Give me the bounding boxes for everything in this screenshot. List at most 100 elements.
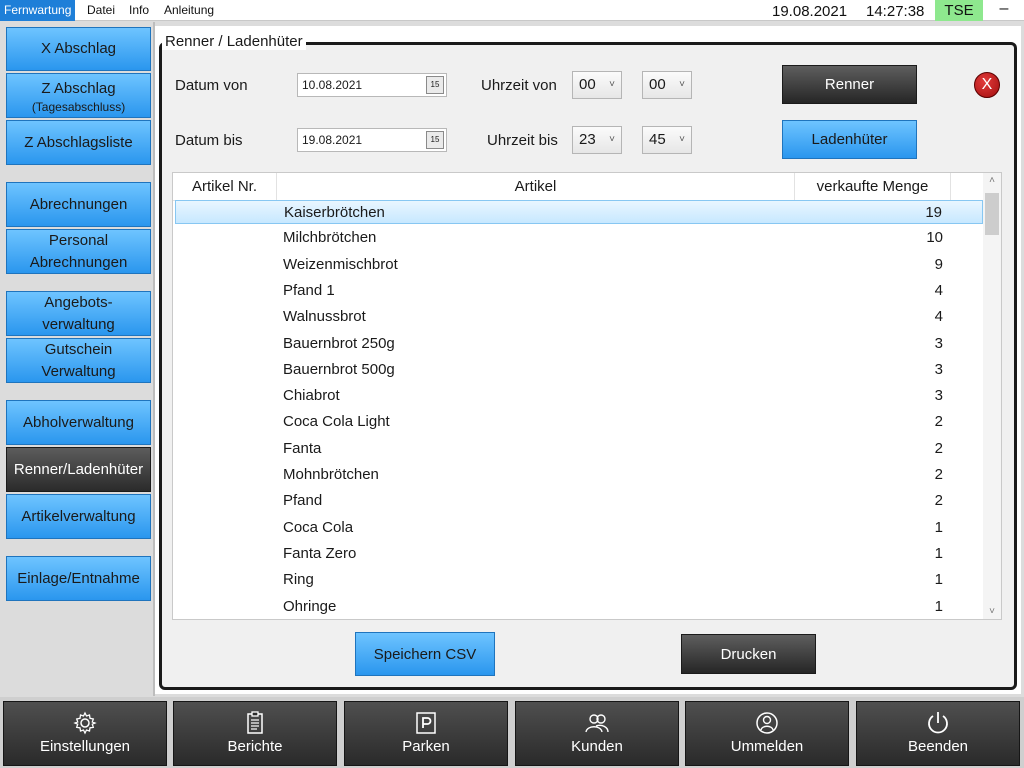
berichte-button[interactable]: Berichte xyxy=(173,701,337,766)
table-row[interactable]: Ring 1 xyxy=(175,568,983,592)
uhrzeit-bis-hour-select[interactable]: 23 ˅ xyxy=(572,126,622,154)
datum-bis-field[interactable]: 19.08.2021 15 xyxy=(297,128,447,152)
x-abschlag-button[interactable]: X Abschlag xyxy=(6,27,151,71)
scroll-down-icon[interactable]: ˅ xyxy=(983,606,1001,617)
menge-cell: 9 xyxy=(934,256,943,273)
table-row[interactable]: Chiabrot 3 xyxy=(175,384,983,408)
table-row[interactable]: Mohnbrötchen 2 xyxy=(175,463,983,487)
menge-cell: 19 xyxy=(925,204,942,221)
table-row[interactable]: Bauernbrot 250g 3 xyxy=(175,332,983,356)
ladenhueter-button[interactable]: Ladenhüter xyxy=(782,120,917,159)
artikel-cell: Coca Cola Light xyxy=(283,413,390,430)
date-display: 19.08.2021 xyxy=(772,3,848,20)
personal-label-2: Abrechnungen xyxy=(29,253,128,271)
artikelverwaltung-label: Artikelverwaltung xyxy=(21,507,136,525)
table-row[interactable]: Ohringe 1 xyxy=(175,595,983,619)
table-row[interactable]: Kaiserbrötchen 19 xyxy=(175,200,983,224)
calendar-icon[interactable]: 15 xyxy=(426,76,444,94)
angebots-label-2: verwaltung xyxy=(42,315,115,333)
menge-cell: 2 xyxy=(934,440,943,457)
table-row[interactable]: Milchbrötchen 10 xyxy=(175,226,983,250)
uhrzeit-von-hour-select[interactable]: 00 ˅ xyxy=(572,71,622,99)
table-row[interactable]: Walnussbrot 4 xyxy=(175,305,983,329)
table-row[interactable]: Coca Cola 1 xyxy=(175,516,983,540)
uhrzeit-von-minute-select[interactable]: 00 ˅ xyxy=(642,71,692,99)
menu-fernwartung[interactable]: Fernwartung xyxy=(0,0,76,21)
menge-cell: 1 xyxy=(934,571,943,588)
power-icon xyxy=(928,712,948,734)
column-artikel-nr[interactable]: Artikel Nr. xyxy=(173,173,277,201)
uhrzeit-von-minute-value: 00 xyxy=(649,76,666,93)
chevron-down-icon: ˅ xyxy=(679,134,685,145)
menu-bar: Fernwartung Datei Info Anleitung 19.08.2… xyxy=(0,0,1024,21)
abrechnungen-label: Abrechnungen xyxy=(29,195,128,213)
artikel-cell: Milchbrötchen xyxy=(283,229,377,246)
column-artikel[interactable]: Artikel xyxy=(277,173,795,201)
artikel-cell: Bauernbrot 500g xyxy=(283,361,395,378)
renner-ladenhueter-button[interactable]: Renner/Ladenhüter xyxy=(6,447,151,492)
table-row[interactable]: Bauernbrot 500g 3 xyxy=(175,358,983,382)
menge-cell: 1 xyxy=(934,545,943,562)
angebotsverwaltung-button[interactable]: Angebots- verwaltung xyxy=(6,291,151,336)
datum-von-label: Datum von xyxy=(175,77,248,94)
menu-datei[interactable]: Datei xyxy=(83,0,119,21)
menu-anleitung[interactable]: Anleitung xyxy=(160,0,218,21)
artikel-cell: Ohringe xyxy=(283,598,337,615)
datum-von-field[interactable]: 10.08.2021 15 xyxy=(297,73,447,97)
beenden-label: Beenden xyxy=(907,738,969,755)
gear-icon xyxy=(73,711,97,735)
abholverwaltung-button[interactable]: Abholverwaltung xyxy=(6,400,151,445)
z-abschlagsliste-button[interactable]: Z Abschlagsliste xyxy=(6,120,151,165)
table-header: Artikel Nr. Artikel verkaufte Menge xyxy=(173,173,983,201)
z-abschlagsliste-label: Z Abschlagsliste xyxy=(24,133,133,151)
kunden-button[interactable]: Kunden xyxy=(515,701,679,766)
einstellungen-button[interactable]: Einstellungen xyxy=(3,701,167,766)
beenden-button[interactable]: Beenden xyxy=(856,701,1020,766)
einlage-entnahme-button[interactable]: Einlage/Entnahme xyxy=(6,556,151,601)
table-row[interactable]: Fanta 2 xyxy=(175,437,983,461)
sidebar: X Abschlag Z Abschlag (Tagesabschluss) Z… xyxy=(0,22,155,696)
menu-info[interactable]: Info xyxy=(125,0,153,21)
table-row[interactable]: Fanta Zero 1 xyxy=(175,542,983,566)
datum-bis-label: Datum bis xyxy=(175,132,243,149)
x-abschlag-label: X Abschlag xyxy=(40,40,117,57)
abrechnungen-button[interactable]: Abrechnungen xyxy=(6,182,151,227)
parken-label: Parken xyxy=(402,738,450,755)
menge-cell: 10 xyxy=(926,229,943,246)
artikelverwaltung-button[interactable]: Artikelverwaltung xyxy=(6,494,151,539)
table-row[interactable]: Weizenmischbrot 9 xyxy=(175,253,983,277)
uhrzeit-bis-minute-select[interactable]: 45 ˅ xyxy=(642,126,692,154)
table-row[interactable]: Pfand 1 4 xyxy=(175,279,983,303)
minimize-button[interactable]: – xyxy=(993,0,1015,21)
save-csv-button[interactable]: Speichern CSV xyxy=(355,632,495,676)
artikel-cell: Pfand xyxy=(283,492,323,509)
personal-abrechnungen-button[interactable]: Personal Abrechnungen xyxy=(6,229,151,274)
scrollbar-thumb[interactable] xyxy=(985,193,999,235)
uhrzeit-von-label: Uhrzeit von xyxy=(481,77,557,94)
artikel-cell: Walnussbrot xyxy=(283,308,366,325)
table-row[interactable]: Pfand 2 xyxy=(175,489,983,513)
ummelden-button[interactable]: Ummelden xyxy=(685,701,849,766)
renner-button[interactable]: Renner xyxy=(782,65,917,104)
vertical-scrollbar[interactable]: ˄ ˅ xyxy=(983,173,1001,619)
artikel-cell: Fanta Zero xyxy=(283,545,357,562)
gutschein-verwaltung-button[interactable]: Gutschein Verwaltung xyxy=(6,338,151,383)
artikel-cell: Fanta xyxy=(283,440,322,457)
einstellungen-label: Einstellungen xyxy=(39,738,131,755)
scroll-up-icon[interactable]: ˄ xyxy=(983,175,1001,186)
column-verkaufte-menge[interactable]: verkaufte Menge xyxy=(795,173,951,201)
uhrzeit-von-hour-value: 00 xyxy=(579,76,596,93)
einlage-entnahme-label: Einlage/Entnahme xyxy=(17,569,140,587)
print-button[interactable]: Drucken xyxy=(681,634,816,674)
close-icon[interactable]: X xyxy=(974,72,1000,98)
z-abschlag-button[interactable]: Z Abschlag (Tagesabschluss) xyxy=(6,73,151,118)
abholverwaltung-label: Abholverwaltung xyxy=(23,413,134,431)
user-switch-icon xyxy=(756,712,778,734)
gutschein-label-1: Gutschein xyxy=(44,340,113,358)
panel-title: Renner / Ladenhüter xyxy=(162,33,306,50)
table-row[interactable]: Coca Cola Light 2 xyxy=(175,410,983,434)
datum-von-value: 10.08.2021 xyxy=(302,78,363,92)
artikel-cell: Pfand 1 xyxy=(283,282,335,299)
parken-button[interactable]: Parken xyxy=(344,701,508,766)
calendar-icon[interactable]: 15 xyxy=(426,131,444,149)
